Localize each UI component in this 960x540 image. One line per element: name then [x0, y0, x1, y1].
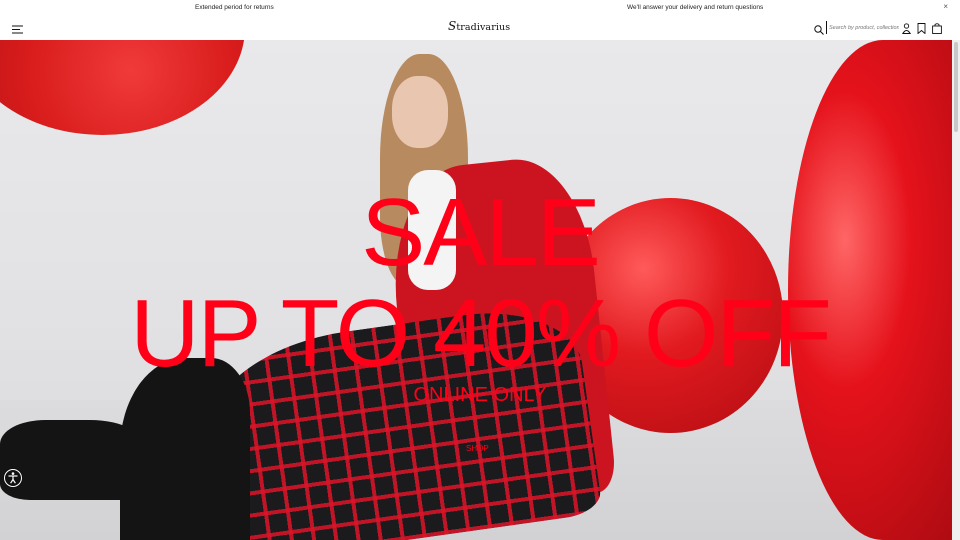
announcement-returns[interactable]: Extended period for returns: [195, 4, 274, 11]
user-icon[interactable]: [901, 21, 912, 39]
sale-headline: SALE: [361, 179, 600, 286]
announcement-delivery[interactable]: We'll answer your delivery and return qu…: [627, 4, 763, 11]
red-balloon-top-left: [0, 40, 245, 135]
bookmark-icon[interactable]: [917, 21, 926, 39]
logo-text: tradivarius: [456, 22, 511, 33]
model-face: [392, 76, 448, 148]
search-input[interactable]: [826, 21, 899, 34]
search-icon[interactable]: [814, 22, 824, 40]
brand-logo[interactable]: Stradivarius: [448, 19, 510, 33]
sale-subline: ONLINE ONLY: [413, 384, 547, 406]
close-icon[interactable]: ×: [943, 2, 948, 11]
page-scrollbar[interactable]: [952, 40, 960, 540]
sale-discount: UP TO 40% OFF: [130, 280, 832, 387]
bag-icon[interactable]: [932, 21, 942, 39]
menu-icon[interactable]: [12, 22, 23, 34]
scrollbar-thumb[interactable]: [954, 42, 958, 132]
search-box[interactable]: [814, 21, 899, 35]
shop-link[interactable]: SHOP: [466, 444, 489, 453]
accessibility-icon[interactable]: [3, 468, 23, 488]
announcement-bar: Extended period for returns We'll answer…: [0, 0, 960, 16]
site-header: Stradivarius: [0, 16, 960, 40]
